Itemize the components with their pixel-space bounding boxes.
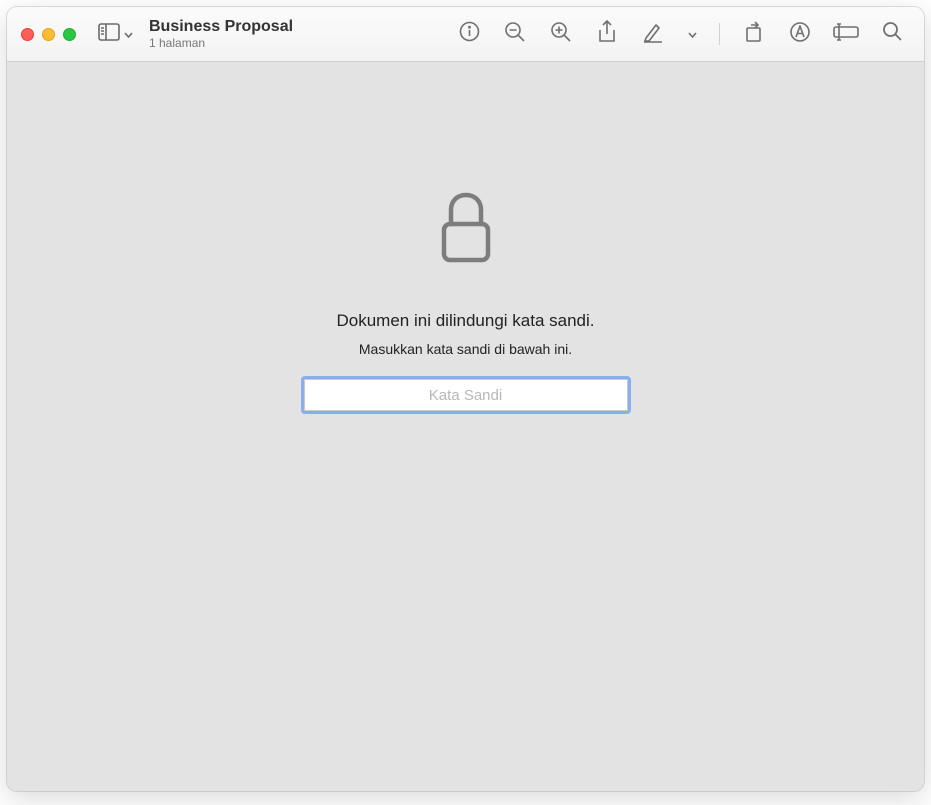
info-icon <box>459 21 480 47</box>
highlighter-icon <box>642 21 664 48</box>
fullscreen-window-button[interactable] <box>63 28 76 41</box>
zoom-out-icon <box>504 21 526 48</box>
share-button[interactable] <box>595 22 619 46</box>
protected-heading: Dokumen ini dilindungi kata sandi. <box>337 311 595 331</box>
search-button[interactable] <box>880 22 904 46</box>
inspector-button[interactable] <box>457 22 481 46</box>
rotate-icon <box>743 21 765 48</box>
titlebar: Business Proposal 1 halaman <box>7 7 924 62</box>
document-subtitle: 1 halaman <box>149 37 293 50</box>
password-input[interactable] <box>304 379 628 411</box>
protected-subheading: Masukkan kata sandi di bawah ini. <box>359 341 572 357</box>
sidebar-icon <box>98 23 120 46</box>
zoom-out-button[interactable] <box>503 22 527 46</box>
minimize-window-button[interactable] <box>42 28 55 41</box>
highlight-dropdown-button[interactable] <box>687 22 697 46</box>
rotate-button[interactable] <box>742 22 766 46</box>
form-fields-button[interactable] <box>834 22 858 46</box>
document-info: Business Proposal 1 halaman <box>149 18 293 51</box>
chevron-down-icon <box>688 25 697 43</box>
lock-icon <box>440 192 492 269</box>
document-title: Business Proposal <box>149 18 293 36</box>
search-icon <box>882 21 903 47</box>
zoom-in-icon <box>550 21 572 48</box>
close-window-button[interactable] <box>21 28 34 41</box>
app-window: Business Proposal 1 halaman <box>7 7 924 791</box>
password-prompt: Dokumen ini dilindungi kata sandi. Masuk… <box>256 192 676 411</box>
toolbar <box>457 22 910 46</box>
window-controls <box>21 28 76 41</box>
toolbar-divider <box>719 23 720 45</box>
markup-button[interactable] <box>788 22 812 46</box>
text-field-icon <box>833 23 859 46</box>
chevron-down-icon <box>124 25 133 43</box>
zoom-in-button[interactable] <box>549 22 573 46</box>
sidebar-toggle-button[interactable] <box>98 23 133 46</box>
share-icon <box>597 20 617 49</box>
content-area: Dokumen ini dilindungi kata sandi. Masuk… <box>7 62 924 791</box>
markup-icon <box>789 21 811 48</box>
highlight-button[interactable] <box>641 22 665 46</box>
